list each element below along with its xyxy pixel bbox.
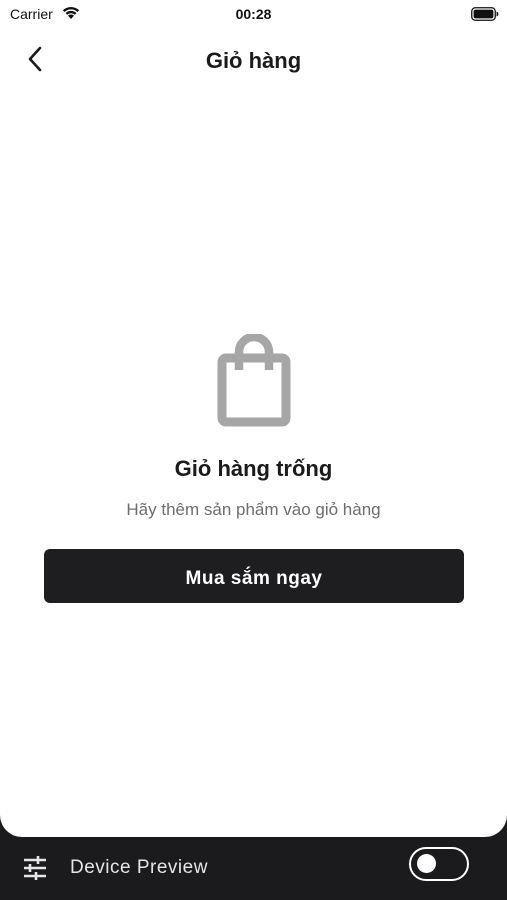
shopping-bag-icon [214,332,294,428]
shop-now-button[interactable]: Mua sắm ngay [44,549,464,603]
empty-cart-title: Giỏ hàng trống [174,456,333,481]
status-bar: Carrier 00:28 [0,0,507,30]
page-title: Giỏ hàng [205,48,302,73]
battery-icon [471,7,499,26]
app-screen: Carrier 00:28 Giỏ hàng Giỏ hàng trống Hã… [0,0,507,837]
sliders-icon[interactable] [22,855,48,881]
empty-cart-subtitle: Hãy thêm sản phẩm vào giỏ hàng [126,500,381,519]
navigation-bar: Giỏ hàng [0,38,507,84]
device-preview-toggle[interactable] [409,847,469,881]
clock: 00:28 [235,6,272,22]
toggle-knob [417,854,436,873]
shop-now-label: Mua sắm ngay [185,568,323,589]
device-preview-label: Device Preview [70,857,208,878]
device-preview-bar: Device Preview [0,837,507,900]
